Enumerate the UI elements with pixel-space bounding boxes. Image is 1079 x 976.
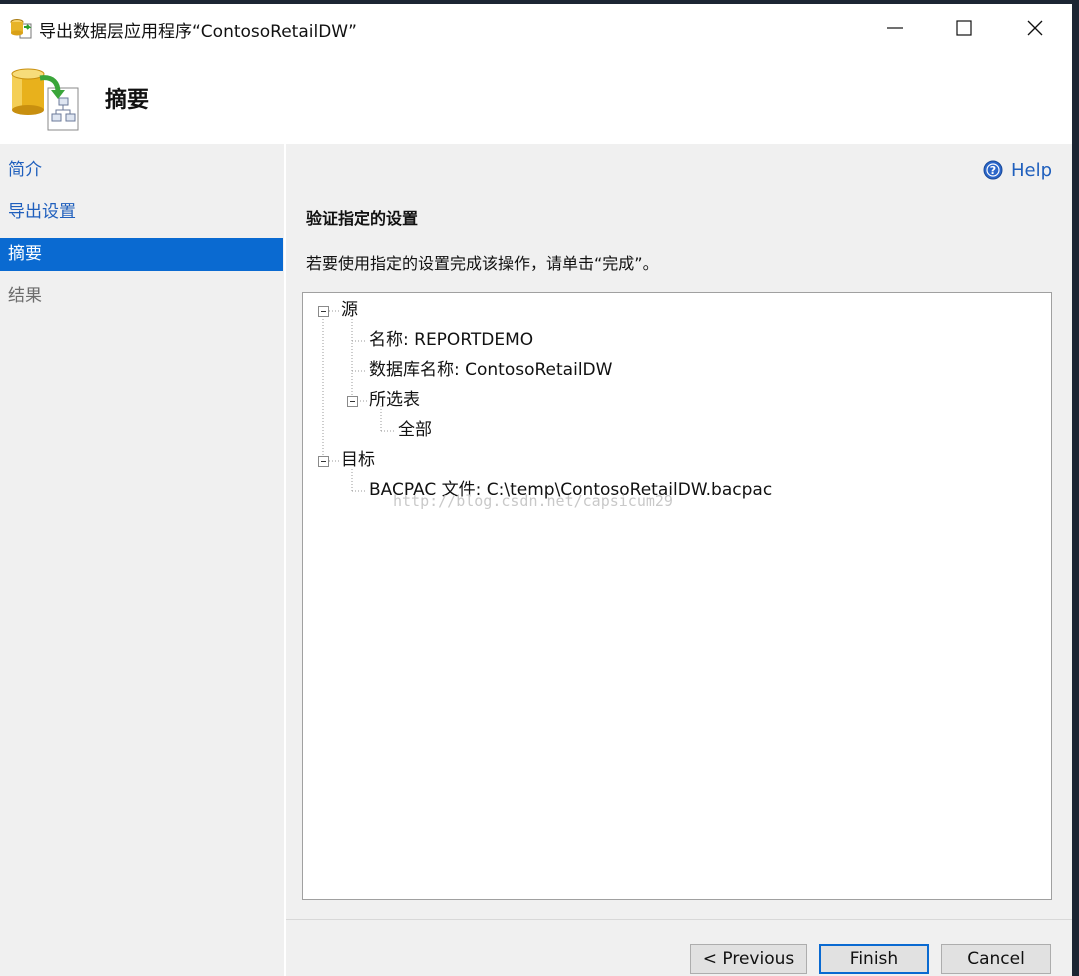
finish-button[interactable]: Finish: [819, 944, 929, 974]
maximize-icon: [956, 20, 972, 36]
close-icon: [1027, 20, 1043, 36]
instruction-text: 若要使用指定的设置完成该操作，请单击“完成”。: [306, 254, 659, 273]
tree-node-source-database[interactable]: 数据库名称: ContosoRetailDW: [369, 359, 612, 381]
tree-node-source-name[interactable]: 名称: REPORTDEMO: [369, 329, 533, 351]
previous-button[interactable]: < Previous: [690, 944, 807, 974]
summary-tree-view[interactable]: 源 名称: REPORTDEMO 数据库名称: ContosoRetailDW …: [302, 292, 1052, 900]
page-title: 摘要: [105, 88, 150, 113]
minimize-button[interactable]: [860, 4, 930, 52]
help-link[interactable]: ? Help: [983, 157, 1052, 183]
cancel-button[interactable]: Cancel: [941, 944, 1051, 974]
help-icon: ?: [983, 160, 1003, 180]
database-app-icon: [10, 18, 34, 40]
sidebar-item-results: 结果: [8, 286, 42, 306]
button-bar-divider: [286, 919, 1072, 920]
wizard-sidebar: 简介 导出设置 摘要 结果: [0, 144, 284, 976]
section-heading: 验证指定的设置: [306, 209, 419, 228]
selected-tables-collapse-toggle[interactable]: [347, 396, 358, 407]
maximize-button[interactable]: [929, 4, 999, 52]
tree-node-target[interactable]: 目标: [341, 449, 375, 471]
target-collapse-toggle[interactable]: [318, 456, 329, 467]
source-collapse-toggle[interactable]: [318, 306, 329, 317]
export-dialog-window: 导出数据层应用程序“ContosoRetailDW” 摘要 简介 导出设置 摘要…: [0, 4, 1072, 976]
wizard-content: ? Help 验证指定的设置 若要使用指定的设置完成该操作，请单击“完成”。 源…: [286, 144, 1072, 976]
export-database-icon: [10, 66, 82, 134]
tree-node-selected-tables[interactable]: 所选表: [369, 389, 420, 411]
sidebar-item-export-settings[interactable]: 导出设置: [0, 196, 283, 229]
page-header: 摘要: [0, 52, 1072, 144]
watermark-text: http://blog.csdn.net/capsicum29: [393, 492, 673, 510]
tree-node-source[interactable]: 源: [341, 299, 358, 321]
tree-connector-lines: [322, 310, 395, 492]
window-title: 导出数据层应用程序“ContosoRetailDW”: [39, 22, 357, 42]
minimize-icon: [887, 27, 903, 29]
svg-text:?: ?: [990, 164, 996, 177]
help-label: Help: [1011, 159, 1053, 181]
sidebar-item-summary[interactable]: 摘要: [0, 238, 283, 271]
tree-node-selected-tables-value[interactable]: 全部: [398, 419, 432, 441]
title-bar: 导出数据层应用程序“ContosoRetailDW”: [0, 4, 1072, 52]
close-button[interactable]: [1000, 4, 1070, 52]
sidebar-item-introduction[interactable]: 简介: [0, 154, 283, 187]
